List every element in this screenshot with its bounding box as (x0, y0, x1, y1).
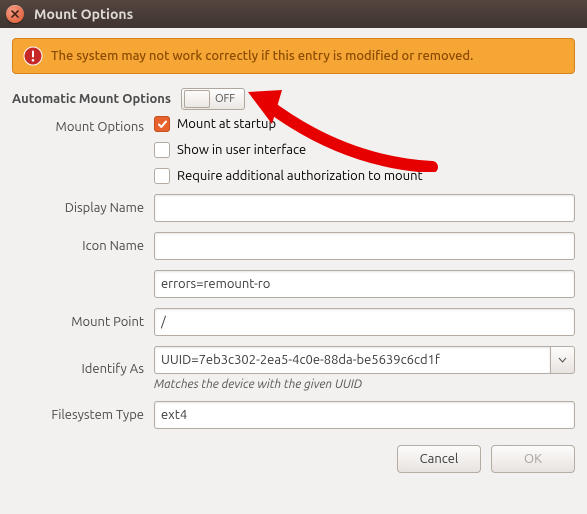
check-label: Require additional authorization to moun… (177, 169, 423, 183)
filesystem-type-input[interactable] (154, 401, 575, 429)
mount-at-startup-row[interactable]: Mount at startup (154, 116, 575, 132)
mount-point-input[interactable] (154, 308, 575, 336)
identify-as-select[interactable]: UUID=7eb3c302-2ea5-4c0e-88da-be5639c6cd1… (154, 346, 575, 374)
toggle-knob (184, 90, 210, 108)
mount-opts-line-input[interactable] (154, 270, 575, 298)
checkbox-empty-icon (154, 168, 170, 184)
warning-text: The system may not work correctly if thi… (51, 49, 473, 63)
chevron-down-icon (551, 346, 576, 374)
display-name-label: Display Name (12, 201, 144, 215)
icon-name-label: Icon Name (12, 239, 144, 253)
require-auth-row[interactable]: Require additional authorization to moun… (154, 168, 575, 184)
display-name-input[interactable] (154, 194, 575, 222)
identify-as-label: Identify As (12, 362, 144, 376)
show-in-ui-row[interactable]: Show in user interface (154, 142, 575, 158)
toggle-state: OFF (210, 93, 244, 105)
identify-as-hint: Matches the device with the given UUID (154, 378, 575, 391)
warning-icon (23, 46, 43, 66)
checkbox-empty-icon (154, 142, 170, 158)
mount-point-label: Mount Point (12, 315, 144, 329)
check-label: Mount at startup (177, 117, 276, 131)
ok-button[interactable]: OK (491, 445, 575, 473)
mount-options-label: Mount Options (12, 116, 144, 134)
check-label: Show in user interface (177, 143, 306, 157)
automatic-mount-label: Automatic Mount Options (12, 92, 171, 106)
checkbox-checked-icon (154, 116, 170, 132)
close-icon[interactable] (6, 5, 24, 23)
identify-as-value: UUID=7eb3c302-2ea5-4c0e-88da-be5639c6cd1… (154, 346, 551, 374)
titlebar: Mount Options (0, 0, 587, 28)
icon-name-input[interactable] (154, 232, 575, 260)
cancel-button[interactable]: Cancel (397, 445, 481, 473)
filesystem-type-label: Filesystem Type (12, 408, 144, 422)
warning-banner: The system may not work correctly if thi… (12, 38, 575, 74)
window-title: Mount Options (34, 6, 133, 22)
automatic-mount-toggle[interactable]: OFF (181, 88, 245, 110)
